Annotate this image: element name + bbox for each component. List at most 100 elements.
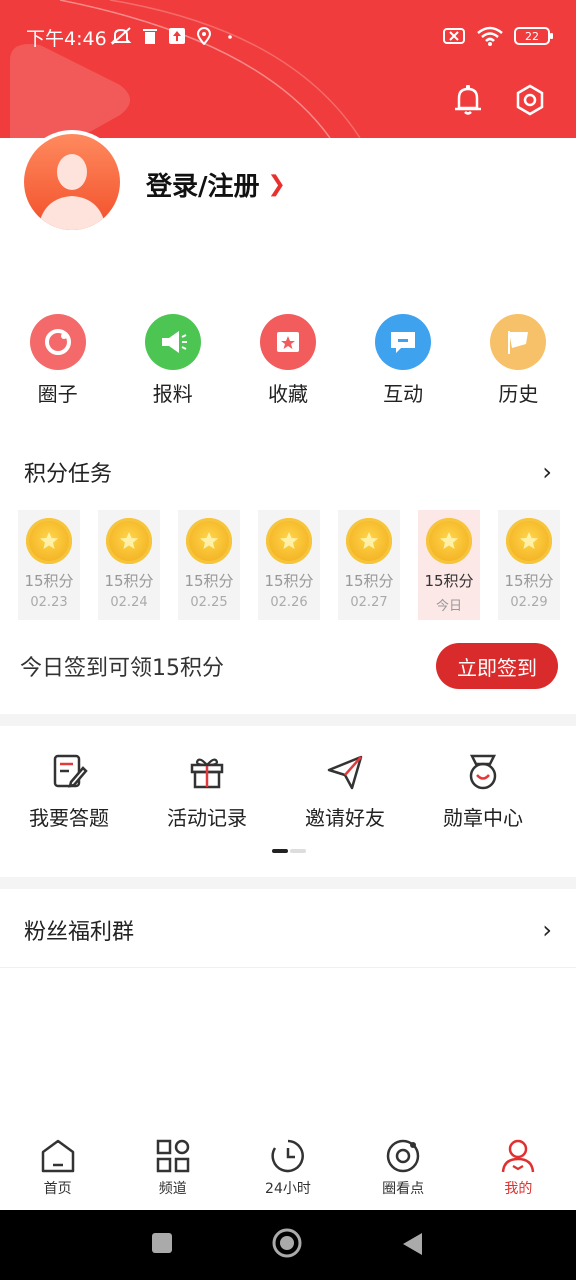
signin-row: 今日签到可领15积分 立即签到 — [20, 643, 558, 689]
chevron-right-icon: › — [542, 458, 552, 486]
section-divider — [0, 714, 576, 726]
gift-icon — [190, 758, 224, 789]
edit-icon — [53, 754, 88, 788]
pager-dot-active — [272, 849, 288, 853]
circle-icon — [29, 314, 86, 370]
send-icon — [327, 755, 363, 790]
battery-indicator: 22 — [514, 27, 553, 45]
quick-action-circle[interactable]: 圈子 — [0, 314, 115, 414]
tab-channels[interactable]: 频道 — [115, 1130, 230, 1210]
clock-icon — [271, 1139, 304, 1173]
coin-star-icon — [266, 518, 312, 564]
tab-circle-highlights[interactable]: 圈看点 — [346, 1130, 461, 1210]
tab-label: 频道 — [158, 1181, 187, 1197]
points-task-title: 积分任务 — [24, 462, 113, 487]
fans-welfare-header: 粉丝福利群 › — [24, 914, 552, 946]
user-silhouette-icon — [38, 154, 106, 230]
checkin-day: 15积分 02.27 — [338, 510, 400, 620]
quick-action-report[interactable]: 报料 — [115, 314, 230, 414]
coin-star-icon — [186, 518, 232, 564]
login-label: 登录/注册 — [146, 172, 260, 202]
sign-in-button[interactable]: 立即签到 — [436, 643, 558, 689]
checkin-day: 15积分 02.26 — [258, 510, 320, 620]
tool-activity-records[interactable]: 活动记录 — [138, 752, 276, 842]
megaphone-icon — [144, 314, 201, 370]
tool-label: 邀请好友 — [305, 806, 385, 830]
coin-star-icon — [26, 518, 72, 564]
home-circle-icon[interactable] — [272, 1228, 302, 1258]
bottom-tab-bar: 首页 频道 24小时 圈看点 我的 — [0, 1130, 576, 1210]
tool-invite-friends[interactable]: 邀请好友 — [276, 752, 414, 842]
star-folder-icon — [259, 314, 316, 370]
profile-section: 登录/注册 ❯ — [0, 130, 576, 288]
points-task-header[interactable]: 积分任务 › — [24, 456, 552, 488]
tab-label: 首页 — [43, 1181, 72, 1197]
quick-action-label: 互动 — [383, 382, 424, 406]
quick-action-label: 历史 — [498, 382, 539, 406]
checkin-date: 02.29 — [510, 595, 548, 610]
quick-action-favorites[interactable]: 收藏 — [230, 314, 345, 414]
checkin-day: 15积分 02.24 — [98, 510, 160, 620]
coin-star-icon — [106, 518, 152, 564]
status-icons-left — [110, 26, 234, 46]
tab-label: 圈看点 — [382, 1181, 425, 1197]
checkin-day-today: 15积分 今日 — [418, 510, 480, 620]
tool-quiz[interactable]: 我要答题 — [0, 752, 138, 842]
checkin-points: 15积分 — [344, 572, 394, 590]
bell-icon[interactable] — [450, 82, 486, 118]
settings-gear-icon[interactable] — [512, 82, 548, 118]
upload-icon — [169, 28, 185, 44]
location-icon — [196, 27, 212, 45]
target-icon — [386, 1139, 420, 1173]
checkin-date: 02.24 — [110, 595, 148, 610]
wifi-icon — [477, 26, 503, 46]
status-icons-right: 22 — [442, 25, 553, 47]
checkin-points: 15积分 — [24, 572, 74, 590]
checkin-points: 15积分 — [104, 572, 154, 590]
quick-action-label: 报料 — [152, 382, 193, 406]
avatar[interactable] — [20, 130, 124, 234]
home-icon — [41, 1139, 74, 1173]
coin-star-icon — [506, 518, 552, 564]
quick-action-interact[interactable]: 互动 — [346, 314, 461, 414]
user-icon — [502, 1139, 535, 1173]
pager-dots — [272, 849, 306, 853]
tool-label: 勋章中心 — [443, 806, 523, 830]
coin-star-icon — [346, 518, 392, 564]
checkin-day: 15积分 02.25 — [178, 510, 240, 620]
fans-welfare-row[interactable]: 粉丝福利群 › — [0, 892, 576, 968]
checkin-date: 02.26 — [270, 595, 308, 610]
tool-label: 我要答题 — [29, 806, 109, 830]
sim-off-icon — [443, 28, 465, 44]
grid-icon — [156, 1139, 190, 1173]
recents-square-icon[interactable] — [150, 1231, 174, 1255]
login-register-link[interactable]: 登录/注册 ❯ — [146, 166, 286, 203]
checkin-points: 15积分 — [504, 572, 554, 590]
checkin-day: 15积分 02.29 — [498, 510, 560, 620]
checkin-date: 今日 — [435, 599, 462, 614]
back-triangle-icon[interactable] — [400, 1231, 424, 1257]
checkin-date: 02.23 — [30, 595, 68, 610]
tools-row: 我要答题 活动记录 邀请好友 勋章中心 — [0, 752, 576, 842]
checkin-date: 02.25 — [190, 595, 228, 610]
tab-24-hours[interactable]: 24小时 — [230, 1130, 345, 1210]
header-banner: 下午4:46 22 — [0, 0, 576, 138]
mute-icon — [110, 27, 132, 45]
checkin-day: 15积分 02.23 — [18, 510, 80, 620]
fans-welfare-title: 粉丝福利群 — [24, 920, 135, 945]
signin-hint: 今日签到可领15积分 — [20, 656, 224, 681]
status-time: 下午4:46 — [26, 28, 107, 50]
quick-action-history[interactable]: 历史 — [461, 314, 576, 414]
tab-mine[interactable]: 我的 — [461, 1130, 576, 1210]
chat-icon — [375, 314, 432, 370]
checkin-points: 15积分 — [424, 572, 474, 590]
flag-icon — [490, 314, 547, 370]
tool-medal-center[interactable]: 勋章中心 — [414, 752, 552, 842]
checkin-points: 15积分 — [264, 572, 314, 590]
quick-action-label: 圈子 — [37, 382, 78, 406]
system-navigation-bar — [0, 1210, 576, 1280]
tab-home[interactable]: 首页 — [0, 1130, 115, 1210]
medal-icon — [469, 754, 497, 790]
checkin-date: 02.27 — [350, 595, 388, 610]
dot-icon — [228, 35, 232, 39]
